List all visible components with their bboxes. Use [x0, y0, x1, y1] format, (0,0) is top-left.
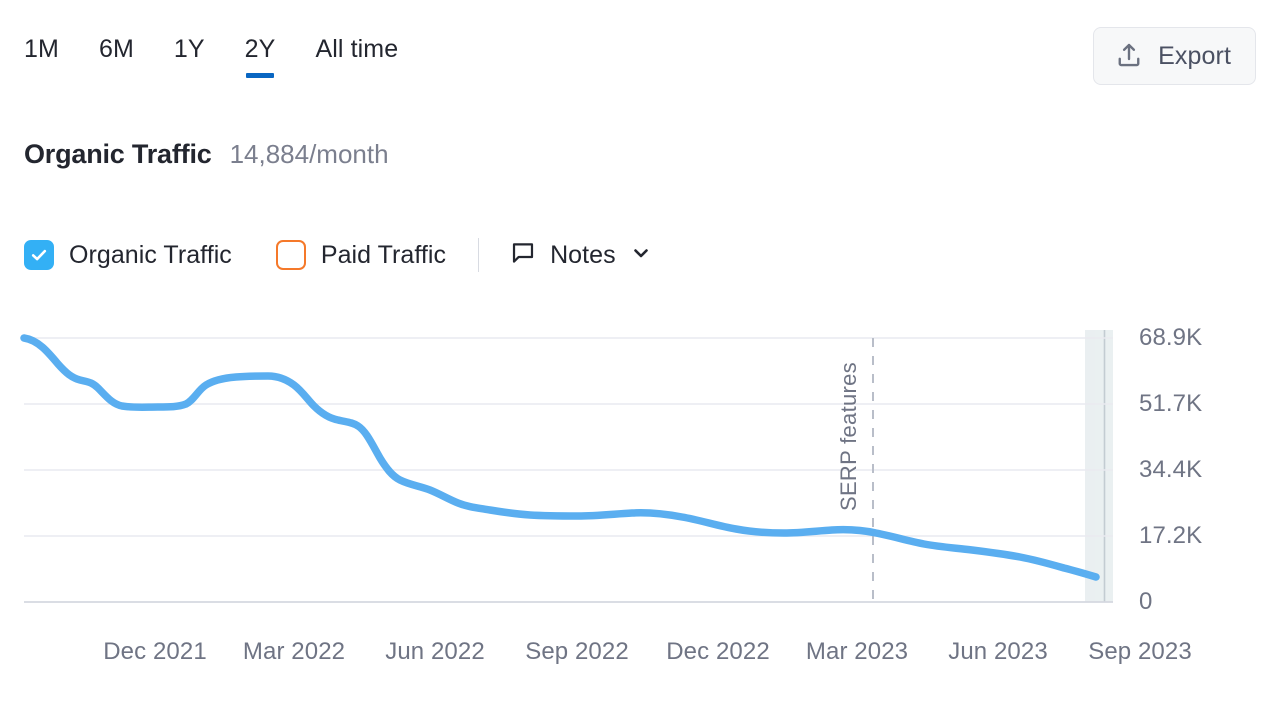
range-tab-label: 2Y: [244, 35, 276, 63]
y-axis-label-68900: 68.9K: [1139, 324, 1203, 351]
range-tab-2y[interactable]: 2Y: [245, 34, 276, 78]
x-axis-label-sep-2022: Sep 2022: [525, 638, 629, 665]
legend-toggle-organic-traffic[interactable]: Organic Traffic: [24, 240, 232, 270]
checkbox-unchecked-icon[interactable]: [275, 240, 306, 270]
x-axis-label-mar-2023: Mar 2023: [805, 638, 909, 665]
range-tab-label: 1M: [24, 35, 59, 63]
legend-label-organic-traffic: Organic Traffic: [69, 240, 232, 269]
note-bubble-icon: [509, 239, 537, 272]
range-tab-1y[interactable]: 1Y: [174, 34, 205, 78]
organic-traffic-chart-panel: 1M 6M 1Y 2Y All time Export Organic Traf…: [0, 0, 1280, 704]
toolbar: 1M 6M 1Y 2Y All time Export: [0, 0, 1280, 100]
page-title: Organic Traffic 14,884/month: [24, 138, 389, 170]
notes-dropdown[interactable]: Notes: [509, 239, 653, 272]
traffic-line-chart: 68.9K 51.7K 34.4K 17.2K 0 Dec 2021 Mar 2…: [0, 300, 1280, 704]
y-axis-label-34400: 34.4K: [1139, 456, 1203, 483]
x-axis-label-jun-2023: Jun 2023: [948, 638, 1048, 665]
y-axis-label-51700: 51.7K: [1139, 390, 1203, 417]
export-button[interactable]: Export: [1093, 27, 1256, 85]
x-axis-label-sep-2023: Sep 2023: [1088, 638, 1192, 665]
range-tab-label: 1Y: [173, 35, 205, 63]
chart-gridlines: [24, 337, 1113, 537]
x-axis-label-jun-2022: Jun 2022: [385, 638, 485, 665]
legend-toggle-paid-traffic[interactable]: Paid Traffic: [275, 240, 447, 270]
chevron-down-icon[interactable]: [629, 241, 653, 270]
y-axis-label-17200: 17.2K: [1139, 522, 1203, 549]
organic-traffic-line: [20, 334, 1100, 581]
metric-title: Organic Traffic: [24, 139, 212, 169]
upload-icon: [1114, 41, 1144, 71]
metric-value: 14,884/month: [229, 139, 389, 169]
controls-divider: [478, 238, 480, 272]
range-tab-6m[interactable]: 6M: [99, 34, 134, 78]
chart-controls: Organic Traffic Paid Traffic Notes: [24, 236, 653, 274]
x-axis-label-dec-2022: Dec 2022: [666, 638, 770, 665]
range-tab-1m[interactable]: 1M: [24, 34, 59, 78]
x-axis-label-dec-2021: Dec 2021: [103, 638, 207, 665]
date-range-tabs: 1M 6M 1Y 2Y All time: [24, 34, 398, 78]
y-axis-label-0: 0: [1139, 588, 1153, 615]
range-tab-label: 6M: [98, 35, 134, 63]
range-tab-label: All time: [315, 35, 399, 63]
range-tab-all-time[interactable]: All time: [315, 34, 398, 78]
x-axis-label-mar-2022: Mar 2022: [242, 638, 346, 665]
legend-label-paid-traffic: Paid Traffic: [320, 240, 447, 269]
export-button-label: Export: [1158, 41, 1231, 70]
serp-features-annotation-label: SERP features: [836, 362, 861, 512]
notes-label: Notes: [550, 240, 616, 269]
checkbox-checked-icon[interactable]: [24, 240, 54, 270]
